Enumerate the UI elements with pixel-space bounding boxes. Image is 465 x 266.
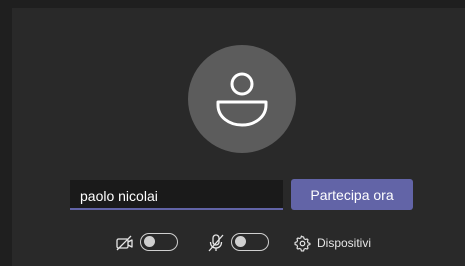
camera-toggle[interactable] [140, 233, 178, 251]
camera-toggle-knob [144, 236, 155, 247]
user-avatar [188, 45, 296, 153]
devices-label: Dispositivi [317, 236, 372, 250]
microphone-toggle-knob [235, 236, 246, 247]
name-input[interactable] [70, 180, 283, 210]
microphone-toggle[interactable] [231, 233, 269, 251]
devices-button[interactable]: Dispositivi [294, 234, 371, 252]
person-icon [216, 72, 268, 127]
camera-off-icon[interactable] [116, 235, 134, 256]
mic-off-icon[interactable] [208, 234, 224, 257]
join-now-button[interactable]: Partecipa ora [291, 179, 413, 210]
gear-icon [294, 234, 311, 252]
